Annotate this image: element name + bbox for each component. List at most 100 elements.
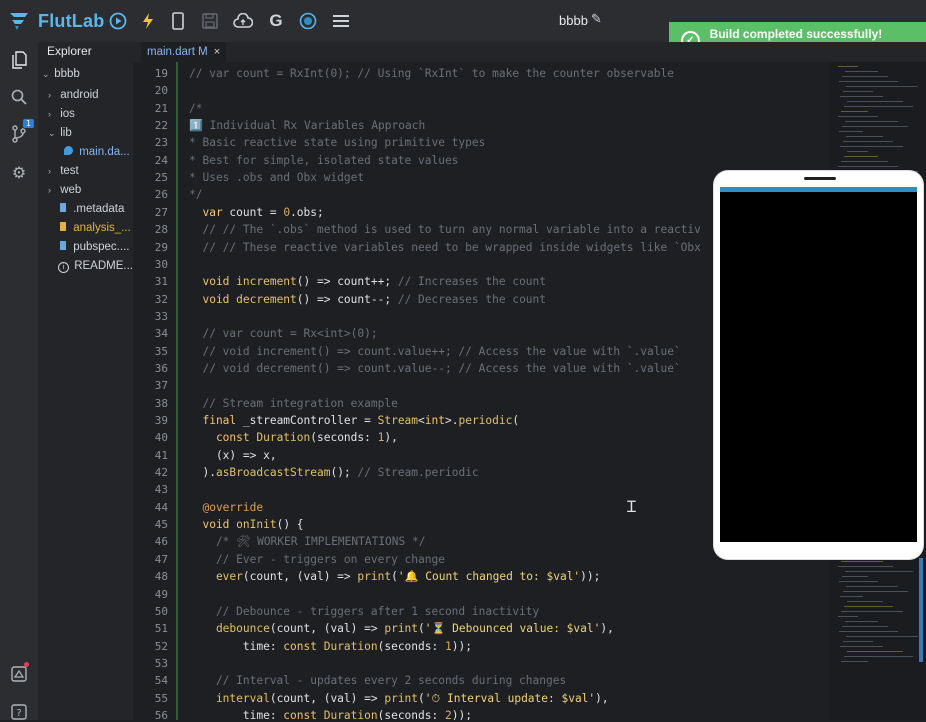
- notification-dot-icon: [24, 662, 29, 667]
- code-line[interactable]: debounce(count, (val) => print('⏳ Deboun…: [189, 622, 614, 635]
- tree-folder-lib[interactable]: ⌄ lib: [48, 127, 72, 139]
- code-line[interactable]: // void increment() => count.value++; //…: [189, 345, 680, 358]
- tree-label: android: [60, 89, 99, 101]
- code-line[interactable]: var count = 0.obs;: [189, 205, 324, 219]
- code-token: ();: [330, 466, 358, 480]
- code-line[interactable]: */: [189, 188, 202, 201]
- code-line[interactable]: void decrement() => count--; // Decrease…: [189, 293, 546, 306]
- code-token: ever: [189, 570, 243, 584]
- play-circle-icon[interactable]: [108, 11, 128, 31]
- minimap-line: [845, 621, 878, 622]
- tree-file-readme[interactable]: i README....: [58, 260, 136, 273]
- files-icon[interactable]: [9, 50, 29, 70]
- code-token: (count, (val) =>: [269, 622, 385, 636]
- code-line[interactable]: // // These reactive variables need to b…: [189, 241, 700, 254]
- code-token: Stream: [377, 414, 419, 427]
- code-token: ),: [384, 431, 398, 445]
- code-line[interactable]: /*: [189, 102, 202, 115]
- code-line[interactable]: // void decrement() => count.value--; //…: [189, 362, 680, 375]
- line-number: 26: [154, 188, 168, 202]
- cloud-upload-icon[interactable]: [233, 11, 253, 31]
- code-line[interactable]: // var count = RxInt(0); // Using `RxInt…: [189, 67, 674, 80]
- code-line[interactable]: // // The `.obs` method is used to turn …: [189, 223, 700, 236]
- home-icon[interactable]: [9, 662, 29, 684]
- help-icon[interactable]: ?: [9, 702, 29, 722]
- code-line[interactable]: * Best for simple, isolated state values: [189, 154, 458, 167]
- close-icon[interactable]: ×: [214, 46, 220, 58]
- minimap-line: [839, 131, 863, 132]
- code-token: // Stream.periodic: [357, 466, 479, 480]
- line-number: 34: [154, 327, 168, 341]
- app-name: FlutLab: [38, 10, 105, 31]
- code-line[interactable]: interval(count, (val) => print('⏱ Interv…: [189, 692, 609, 706]
- tab-label: main.dart M: [147, 46, 208, 58]
- line-number: 46: [154, 535, 168, 549]
- code-line[interactable]: // Debounce - triggers after 1 second in…: [189, 605, 539, 618]
- minimap-line: [847, 101, 903, 102]
- code-token: <: [418, 414, 425, 427]
- chevron-right-icon: ›: [48, 90, 51, 100]
- code-line[interactable]: @override: [189, 501, 263, 514]
- tree-folder-android[interactable]: › android: [48, 89, 99, 101]
- phone-speaker: [804, 177, 836, 180]
- code-line[interactable]: ).asBroadcastStream(); // Stream.periodi…: [189, 466, 479, 480]
- settings-icon[interactable]: ⚙: [9, 162, 29, 182]
- code-token: print: [384, 622, 419, 636]
- code-line[interactable]: * Uses .obs and Obx widget: [189, 171, 364, 184]
- line-number: 39: [154, 414, 168, 427]
- line-number: 55: [154, 691, 168, 705]
- tree-folder-web[interactable]: › web: [48, 184, 81, 196]
- save-icon[interactable]: [200, 11, 220, 31]
- google-icon[interactable]: G: [266, 11, 286, 31]
- tree-folder-test[interactable]: › test: [48, 165, 79, 177]
- device-preview[interactable]: [714, 171, 923, 559]
- minimap-line: [844, 156, 878, 157]
- tree-file-metadata[interactable]: .metadata: [60, 203, 124, 215]
- code-line[interactable]: /* 🛠 WORKER IMPLEMENTATIONS */: [189, 535, 426, 548]
- search-icon[interactable]: [9, 87, 29, 107]
- code-line[interactable]: * Basic reactive state using primitive t…: [189, 136, 485, 149]
- code-line[interactable]: // var count = Rx<int>(0);: [189, 327, 377, 340]
- tree-folder-ios[interactable]: › ios: [48, 108, 75, 120]
- tree-file-analysis[interactable]: analysis_...: [60, 222, 131, 234]
- lightning-icon[interactable]: [138, 11, 158, 31]
- pencil-icon[interactable]: ✎: [591, 12, 602, 27]
- code-token: interval: [189, 691, 270, 705]
- code-line[interactable]: time: const Duration(seconds: 1));: [189, 640, 472, 653]
- app-logo[interactable]: FlutLab: [8, 10, 104, 32]
- code-token: /*: [189, 101, 203, 115]
- code-line[interactable]: 1️⃣ Individual Rx Variables Approach: [189, 119, 425, 132]
- tree-file-pubspec[interactable]: pubspec....: [60, 241, 129, 253]
- code-line[interactable]: void increment() => count++; // Increase…: [189, 275, 546, 288]
- code-line[interactable]: // Stream integration example: [189, 397, 397, 410]
- code-token: .obs;: [290, 205, 324, 219]
- code-line[interactable]: time: const Duration(seconds: 2));: [189, 709, 472, 720]
- code-token: _streamController =: [242, 414, 378, 427]
- code-line[interactable]: const Duration(seconds: 1),: [189, 431, 398, 444]
- phone-device-icon[interactable]: [168, 11, 188, 31]
- code-line[interactable]: // Interval - updates every 2 seconds du…: [189, 674, 566, 687]
- warning-file-icon: [60, 222, 66, 231]
- minimap-line: [842, 626, 888, 627]
- tab-main-dart[interactable]: main.dart M ×: [141, 42, 227, 62]
- minimap-line: [839, 581, 878, 582]
- tree-folder-bbbb[interactable]: ⌄ bbbb: [42, 68, 80, 80]
- line-number: 30: [154, 257, 168, 271]
- target-icon[interactable]: [298, 11, 318, 31]
- explorer-title: Explorer: [47, 44, 92, 58]
- code-line[interactable]: ever(count, (val) => print('🔔 Count chan…: [189, 570, 600, 583]
- project-title[interactable]: bbbb: [559, 13, 588, 28]
- code-token: count =: [229, 205, 284, 219]
- line-number: 50: [154, 604, 168, 618]
- code-token: // Increases the count: [397, 275, 547, 289]
- source-control-icon[interactable]: 1: [9, 119, 35, 144]
- code-line[interactable]: void onInit() {: [189, 518, 303, 531]
- code-line[interactable]: (x) => x,: [189, 449, 277, 462]
- line-number: 31: [154, 275, 168, 289]
- code-line[interactable]: final _streamController = Stream<int>.pe…: [189, 414, 519, 427]
- app-screen[interactable]: [720, 192, 917, 542]
- code-line[interactable]: // Ever - triggers on every change: [189, 553, 445, 566]
- menu-icon[interactable]: [331, 11, 351, 31]
- scrollbar[interactable]: [919, 558, 923, 662]
- line-number: 35: [154, 344, 168, 358]
